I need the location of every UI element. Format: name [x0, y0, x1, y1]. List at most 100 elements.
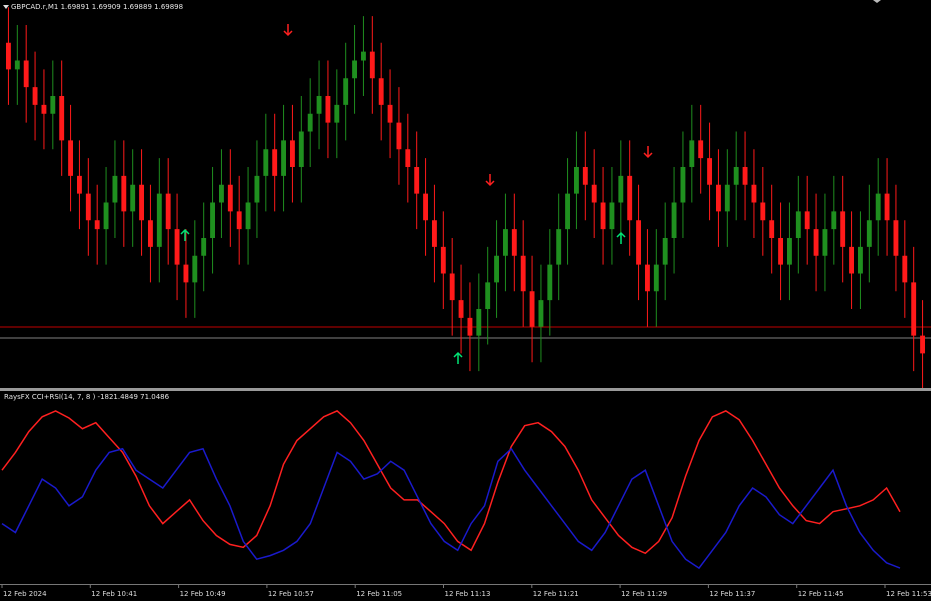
candle-body — [14, 60, 20, 70]
candle-body — [32, 87, 38, 105]
candle-body — [609, 202, 615, 230]
candle-body — [822, 229, 828, 256]
chevron-down-icon[interactable] — [873, 0, 881, 3]
candle-body — [334, 104, 340, 123]
candle-body — [378, 78, 384, 105]
candle-body — [476, 309, 482, 336]
candle-body — [254, 175, 260, 203]
candle-body — [174, 229, 180, 265]
candle-body — [884, 193, 890, 221]
time-tick-label: 12 Feb 10:49 — [180, 590, 226, 598]
candle-body — [502, 229, 508, 256]
sell-arrow-icon — [485, 174, 495, 187]
candle-body — [689, 140, 695, 167]
candle-body — [76, 175, 82, 194]
candle-body — [23, 60, 29, 88]
candle-body — [165, 193, 171, 230]
candle-body — [813, 229, 819, 256]
candle-body — [751, 184, 757, 203]
time-axis: 12 Feb 2024 12 Feb 10:41 12 Feb 10:49 12 Fe… — [0, 584, 931, 601]
candle-body — [210, 202, 216, 238]
candle-body — [920, 335, 926, 354]
candle-body — [41, 104, 47, 114]
candle-body — [733, 167, 739, 185]
candle-body — [653, 264, 659, 292]
symbol-label: GBPCAD.r,M1 — [11, 3, 59, 11]
candle-body — [485, 282, 491, 309]
candle-body — [698, 140, 704, 159]
candle-body — [405, 149, 411, 167]
candle-body — [795, 211, 801, 238]
candle-body — [840, 211, 846, 247]
candle-body — [573, 167, 579, 194]
candle-body — [325, 96, 331, 123]
candle-body — [778, 238, 784, 265]
candle-body — [201, 238, 207, 256]
time-tick-label: 12 Feb 2024 — [3, 590, 47, 598]
candle-body — [50, 96, 56, 114]
time-axis-labels: 12 Feb 2024 12 Feb 10:41 12 Feb 10:49 12 Fe… — [1, 585, 931, 598]
candle-body — [281, 140, 287, 176]
indicator-pane[interactable]: RaysFX CCI+RSI(14, 7, 8 ) -1821.4849 71.… — [0, 391, 931, 584]
candle-body — [538, 300, 544, 327]
candle-body — [494, 255, 500, 283]
candle-body — [831, 211, 837, 230]
candle-body — [618, 175, 624, 203]
time-tick-label: 12 Feb 10:57 — [268, 590, 314, 598]
time-tick-label: 12 Feb 11:05 — [356, 590, 402, 598]
candle-body — [431, 220, 437, 247]
candle-body — [591, 184, 597, 203]
candle-body — [147, 220, 153, 247]
candle-body — [5, 42, 11, 70]
candle-body — [112, 175, 118, 203]
candle-body — [139, 184, 145, 221]
indicator-caption: RaysFX CCI+RSI(14, 7, 8 ) -1821.4849 71.… — [4, 393, 170, 401]
candle-body — [760, 202, 766, 221]
buy-arrow-icon — [616, 231, 626, 244]
candle-body — [467, 317, 473, 336]
candle-body — [183, 264, 189, 283]
candle-body — [582, 167, 588, 185]
price-chart-pane[interactable]: GBPCAD.r,M1 1.69891 1.69909 1.69889 1.69… — [0, 0, 931, 388]
candle-body — [849, 246, 855, 274]
price-chart — [0, 7, 931, 388]
candle-body — [511, 229, 517, 256]
sell-arrow-icon — [283, 24, 293, 37]
buy-arrow-icon — [453, 351, 463, 364]
candle-body — [236, 211, 242, 230]
time-tick-label: 12 Feb 11:13 — [445, 590, 491, 598]
candle-body — [857, 246, 863, 274]
candle-body — [94, 220, 100, 230]
candle-body — [707, 158, 713, 185]
symbol-caption: GBPCAD.r,M1 1.69891 1.69909 1.69889 1.69… — [3, 3, 183, 11]
candle-body — [742, 167, 748, 185]
candle-body — [866, 220, 872, 247]
candle-body — [644, 264, 650, 292]
candle-body — [556, 229, 562, 265]
candle-body — [636, 220, 642, 265]
candle-body — [893, 220, 899, 256]
candle-body — [786, 238, 792, 265]
candle-body — [360, 51, 366, 61]
candle-body — [245, 202, 251, 230]
candle-body — [156, 193, 162, 247]
candle-body — [289, 140, 295, 167]
ohlc-open: 1.69891 — [60, 3, 90, 11]
candle-body — [715, 184, 721, 212]
candle-body — [724, 184, 730, 212]
candle-body — [272, 149, 278, 176]
time-tick-label: 12 Feb 11:53 — [886, 590, 931, 598]
time-tick-label: 12 Feb 10:41 — [91, 590, 137, 598]
candle-body — [218, 184, 224, 203]
ohlc-close: 1.69898 — [154, 3, 184, 11]
candle-body — [192, 255, 198, 283]
candle-body — [680, 167, 686, 203]
candle-body — [902, 255, 908, 283]
candle-body — [662, 238, 668, 265]
candle-body — [103, 202, 109, 230]
candle-body — [520, 255, 526, 292]
indicator-chart — [1, 410, 901, 570]
ohlc-low: 1.69889 — [122, 3, 152, 11]
time-tick-label: 12 Feb 11:29 — [621, 590, 667, 598]
candle-body — [298, 131, 304, 167]
